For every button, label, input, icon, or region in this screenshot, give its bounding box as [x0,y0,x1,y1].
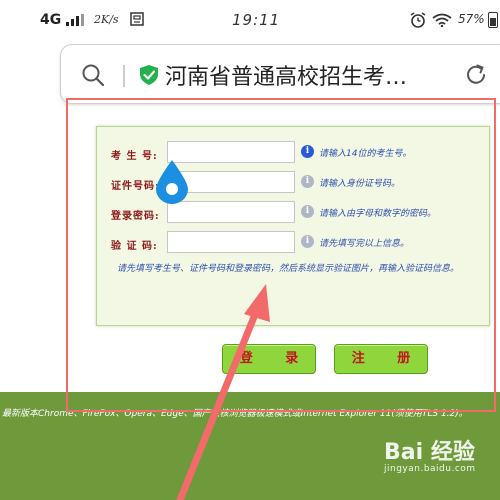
status-bar: 4G 2K/s 19:11 57% [0,0,500,40]
captcha-hint: 请先填写完以上信息。 [319,239,410,249]
page-title[interactable]: 河南省普通高校招生考… [165,59,455,91]
id-number-hint: 请输入身份证号码。 [319,179,401,189]
login-panel: 考 生 号: i 请输入14位的考生号。 证件号码: i 请输入身份证号码。 登… [96,126,490,326]
captcha-input[interactable] [167,231,295,253]
alarm-icon [410,12,426,28]
baidu-jingyan-watermark: Bai 经验 jingyan.baidu.com [384,434,476,474]
network-type: 4G [40,12,62,28]
info-icon: i [301,205,314,218]
form-row-password: 登录密码: i 请输入由字母和数字的密码。 [97,201,491,227]
candidate-number-input[interactable] [167,141,295,163]
page-footer: 最新版本Chrome、FireFox、Opera、Edge、国产双核浏览器极速模… [0,392,500,500]
watermark-logo: Bai 经验 [384,440,475,465]
watermark-url: jingyan.baidu.com [384,464,476,474]
id-number-input[interactable] [167,171,295,193]
clock: 19:11 [232,11,281,29]
form-row-captcha: 验 证 码: i 请先填写完以上信息。 [97,231,491,257]
captcha-label: 验 证 码: [111,241,158,252]
info-icon: i [301,175,314,188]
form-notice: 请先填写考生号、证件号码和登录密码，然后系统显示验证图片，再输入验证码信息。 [117,264,460,274]
form-row-candidate-number: 考 生 号: i 请输入14位的考生号。 [97,141,491,167]
wifi-icon [432,13,452,27]
search-icon[interactable] [81,63,105,87]
reload-icon[interactable] [463,62,489,88]
login-button[interactable]: 登 录 [222,344,316,374]
password-label: 登录密码: [111,211,160,222]
register-button[interactable]: 注 册 [334,344,428,374]
notification-icon [130,12,144,26]
address-bar[interactable]: 河南省普通高校招生考… [60,44,500,104]
form-row-id-number: 证件号码: i 请输入身份证号码。 [97,171,491,197]
battery-percent: 57% [458,12,485,26]
signal-icon [66,14,84,26]
candidate-number-hint: 请输入14位的考生号。 [319,149,412,159]
web-page: 考 生 号: i 请输入14位的考生号。 证件号码: i 请输入身份证号码。 登… [0,106,500,500]
browser-compat-note: 最新版本Chrome、FireFox、Opera、Edge、国产双核浏览器极速模… [2,409,468,419]
info-icon: i [301,145,314,158]
password-hint: 请输入由字母和数字的密码。 [319,209,437,219]
password-input[interactable] [167,201,295,223]
candidate-number-label: 考 生 号: [111,151,158,162]
address-divider [123,65,125,87]
id-number-label: 证件号码: [111,181,160,192]
secure-shield-icon [140,65,158,85]
network-speed: 2K/s [94,13,119,26]
info-icon: i [301,235,314,248]
battery-icon [488,12,498,28]
